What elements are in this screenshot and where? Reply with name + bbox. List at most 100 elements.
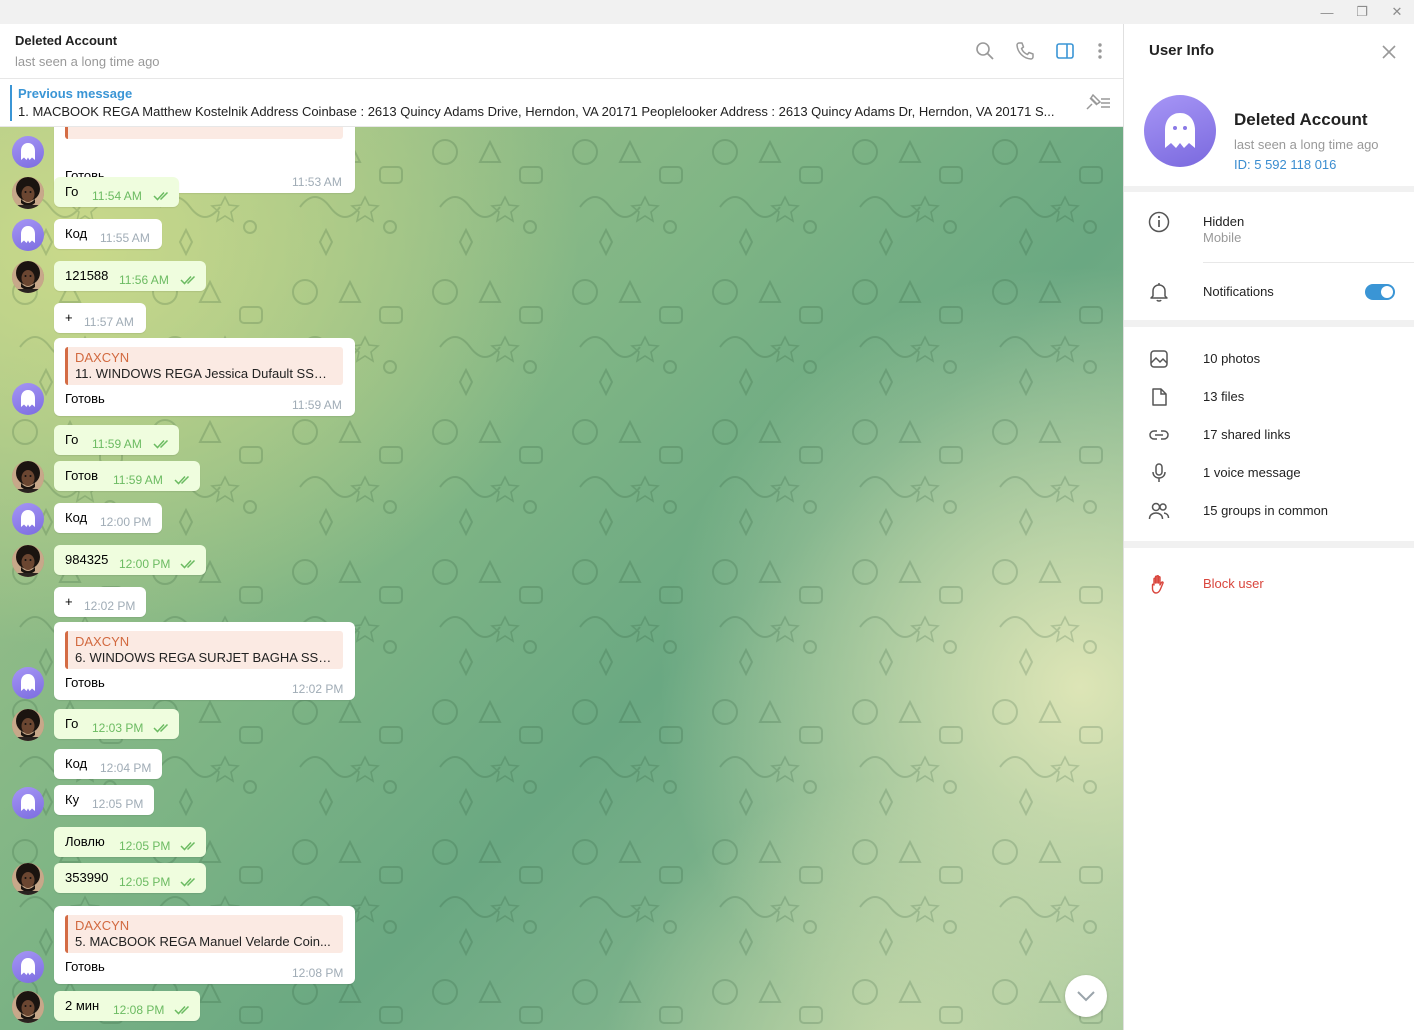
message-bubble-outgoing[interactable]: Ловлю 12:05 PM: [54, 827, 206, 857]
ghost-avatar[interactable]: [12, 503, 44, 535]
ghost-avatar[interactable]: [12, 136, 44, 168]
contact-avatar[interactable]: [12, 261, 44, 293]
read-check-icon: [153, 438, 171, 450]
message-bubble-outgoing[interactable]: Готов 11:59 AM: [54, 461, 200, 491]
message-time: 12:03 PM: [92, 721, 144, 735]
contact-avatar[interactable]: [12, 709, 44, 741]
message-bubble-outgoing[interactable]: 984325 12:00 PM: [54, 545, 206, 575]
chat-header[interactable]: Deleted Account last seen a long time ag…: [0, 24, 1123, 79]
ghost-avatar[interactable]: [12, 951, 44, 983]
message-text: Готовь: [65, 675, 105, 690]
notifications-toggle[interactable]: [1365, 284, 1395, 300]
microphone-icon: [1148, 462, 1170, 484]
message-time: 12:05 PM: [119, 839, 171, 853]
profile-last-seen: last seen a long time ago: [1234, 137, 1379, 152]
reply-quote[interactable]: DAXCYN 6. WINDOWS REGA SURJET BAGHA SSN..…: [65, 631, 343, 669]
media-row-links[interactable]: 17 shared links: [1124, 417, 1414, 453]
media-label: 1 voice message: [1203, 465, 1301, 480]
message-time: 11:55 AM: [100, 231, 150, 245]
read-check-icon: [153, 722, 171, 734]
phone-row[interactable]: Hidden: [1124, 204, 1414, 240]
phone-value: Hidden: [1203, 214, 1245, 229]
search-icon[interactable]: [972, 38, 998, 64]
message-bubble-incoming[interactable]: Код 12:00 PM: [54, 503, 162, 533]
message-bubble-reply[interactable]: DAXCYN 6. WINDOWS REGA SURJET BAGHA SSN..…: [54, 622, 355, 700]
close-window-button[interactable]: ✕: [1379, 0, 1414, 24]
bell-icon: [1148, 281, 1170, 303]
close-icon[interactable]: [1380, 43, 1398, 64]
minimize-button[interactable]: —: [1309, 0, 1345, 24]
more-menu-icon[interactable]: [1087, 38, 1113, 64]
reply-quote[interactable]: DAXCYN 11. WINDOWS REGA Jessica Dufault S…: [65, 347, 343, 385]
info-section: Hidden Mobile Notifications: [1124, 192, 1414, 320]
scroll-down-button[interactable]: [1065, 975, 1107, 1017]
contact-avatar[interactable]: [12, 991, 44, 1023]
reply-quote[interactable]: 7. WINDOWS REGA CYNTHIA HUDSON ...: [65, 127, 343, 139]
message-text: 984325: [65, 552, 109, 567]
message-bubble-outgoing[interactable]: Го 11:54 AM: [54, 177, 179, 207]
ghost-avatar[interactable]: [12, 383, 44, 415]
contact-avatar[interactable]: [12, 177, 44, 209]
media-label: 10 photos: [1203, 351, 1261, 366]
reply-text: 6. WINDOWS REGA SURJET BAGHA SSN...: [75, 650, 336, 665]
message-bubble-incoming[interactable]: Ку 12:05 PM: [54, 785, 154, 815]
message-bubble-outgoing[interactable]: 353990 12:05 PM: [54, 863, 206, 893]
profile-id[interactable]: ID: 5 592 118 016: [1234, 157, 1336, 172]
message-bubble-outgoing[interactable]: Го 11:59 AM: [54, 425, 179, 455]
divider: [1203, 262, 1414, 263]
read-check-icon: [180, 558, 198, 570]
message-time: 11:57 AM: [84, 315, 134, 329]
contact-avatar[interactable]: [12, 545, 44, 577]
contact-avatar[interactable]: [12, 461, 44, 493]
message-time: 12:00 PM: [119, 557, 171, 571]
message-time: 12:02 PM: [292, 682, 344, 696]
read-check-icon: [174, 474, 192, 486]
message-bubble-incoming[interactable]: Код 11:55 AM: [54, 219, 162, 249]
user-info-panel: User Info Deleted Account last seen a lo…: [1123, 24, 1414, 1030]
pinned-list-icon[interactable]: [1084, 91, 1112, 116]
message-bubble-outgoing[interactable]: 121588 11:56 AM: [54, 261, 206, 291]
media-row-groups[interactable]: 15 groups in common: [1124, 493, 1414, 529]
message-bubble-incoming[interactable]: +11:57 AM: [54, 303, 146, 333]
link-icon: [1148, 424, 1170, 446]
window-titlebar: — ❐ ✕: [0, 0, 1414, 24]
block-user-row[interactable]: Block user: [1124, 566, 1414, 602]
message-bubble-incoming[interactable]: +12:02 PM: [54, 587, 146, 617]
chat-area[interactable]: 7. WINDOWS REGA CYNTHIA HUDSON ... Готовь…: [0, 127, 1123, 1030]
profile-avatar[interactable]: [1144, 95, 1216, 167]
pinned-title: Previous message: [18, 86, 133, 101]
ghost-avatar[interactable]: [12, 787, 44, 819]
phone-icon[interactable]: [1012, 38, 1038, 64]
media-row-files[interactable]: 13 files: [1124, 379, 1414, 415]
reply-quote[interactable]: DAXCYN 5. MACBOOK REGA Manuel Velarde Coi…: [65, 915, 343, 953]
contact-avatar[interactable]: [12, 863, 44, 895]
panel-header: User Info Deleted Account last seen a lo…: [1124, 24, 1414, 186]
panel-title: User Info: [1149, 42, 1215, 59]
restore-button[interactable]: ❐: [1344, 0, 1380, 24]
message-time: 11:54 AM: [92, 189, 142, 203]
ghost-avatar[interactable]: [12, 219, 44, 251]
message-text: 353990: [65, 870, 109, 885]
groups-icon: [1148, 500, 1170, 522]
chat-title[interactable]: Deleted Account: [15, 33, 117, 48]
reply-author: DAXCYN: [75, 634, 130, 649]
message-bubble-incoming[interactable]: Код 12:04 PM: [54, 749, 162, 779]
media-row-photos[interactable]: 10 photos: [1124, 341, 1414, 377]
message-bubble-reply[interactable]: DAXCYN 11. WINDOWS REGA Jessica Dufault S…: [54, 338, 355, 416]
message-text: Ловлю: [65, 834, 105, 849]
message-text: Код: [65, 756, 88, 771]
media-label: 15 groups in common: [1203, 503, 1329, 518]
notifications-label: Notifications: [1203, 284, 1274, 299]
message-bubble-reply[interactable]: DAXCYN 5. MACBOOK REGA Manuel Velarde Coi…: [54, 906, 355, 984]
media-label: 13 files: [1203, 389, 1245, 404]
block-user-label: Block user: [1203, 576, 1264, 591]
message-bubble-outgoing[interactable]: Го 12:03 PM: [54, 709, 179, 739]
pinned-message-bar[interactable]: Previous message 1. MACBOOK REGA Matthew…: [0, 79, 1123, 127]
sidebar-toggle-icon[interactable]: [1052, 38, 1078, 64]
message-time: 12:08 PM: [292, 966, 344, 980]
profile-name: Deleted Account: [1234, 110, 1368, 129]
message-time: 12:05 PM: [119, 875, 171, 889]
media-row-voice[interactable]: 1 voice message: [1124, 455, 1414, 491]
ghost-avatar[interactable]: [12, 667, 44, 699]
message-bubble-outgoing[interactable]: 2 мин 12:08 PM: [54, 991, 200, 1021]
